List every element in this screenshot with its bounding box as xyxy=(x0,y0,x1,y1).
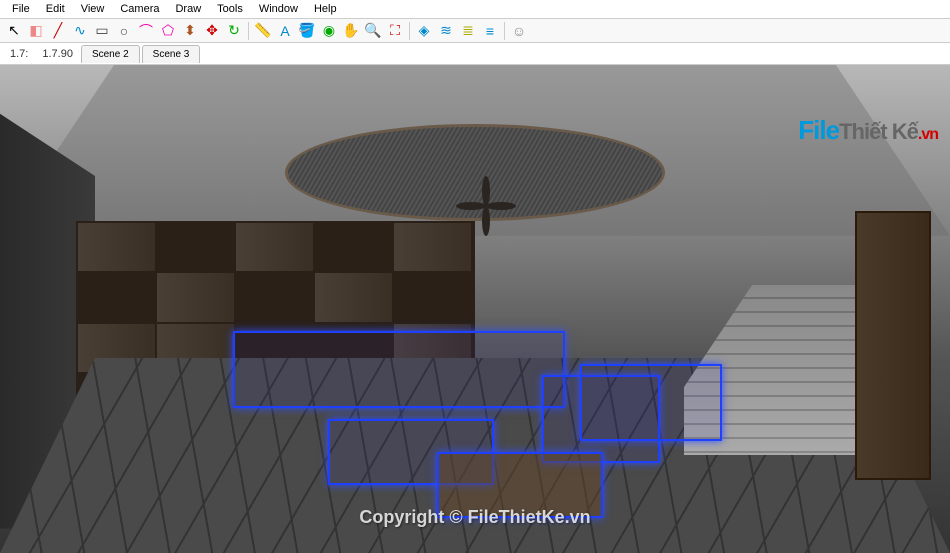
menu-file[interactable]: File xyxy=(4,1,38,17)
toolbar-separator xyxy=(248,22,249,40)
toolbar-separator xyxy=(504,22,505,40)
watermark-file-text: File xyxy=(798,115,839,146)
scene-label-value: 1.7.90 xyxy=(36,46,79,62)
zoomextents-tool[interactable]: ⛶ xyxy=(385,21,405,41)
toolbar: ↖◧╱∿▭○⌒⬠⬍✥↻ 📏A🪣◉✋🔍⛶ ◈≋≣≡ ☺ xyxy=(0,19,950,43)
menu-camera[interactable]: Camera xyxy=(112,1,167,17)
toolbar-separator xyxy=(409,22,410,40)
tape-tool[interactable]: 📏 xyxy=(253,21,273,41)
menu-window[interactable]: Window xyxy=(251,1,306,17)
text-tool[interactable]: A xyxy=(275,21,295,41)
rectangle-tool[interactable]: ▭ xyxy=(92,21,112,41)
circle-tool[interactable]: ○ xyxy=(114,21,134,41)
viewport-3d[interactable]: File Thiết Kế .vn Copyright © FileThietK… xyxy=(0,65,950,553)
selected-furniture-group xyxy=(209,309,684,529)
orbit-tool[interactable]: ◉ xyxy=(319,21,339,41)
profile-tool[interactable]: ☺ xyxy=(509,21,529,41)
pushpull-tool[interactable]: ⬍ xyxy=(180,21,200,41)
watermark-thietke-text: Thiết Kế xyxy=(839,119,918,145)
layers-tool[interactable]: ≋ xyxy=(436,21,456,41)
menu-draw[interactable]: Draw xyxy=(167,1,209,17)
watermark-copyright: Copyright © FileThietKe.vn xyxy=(359,507,590,528)
ceiling-fan xyxy=(456,187,516,217)
menu-tools[interactable]: Tools xyxy=(209,1,251,17)
scene-tab-3[interactable]: Scene 3 xyxy=(142,45,201,63)
iso-tool[interactable]: ◈ xyxy=(414,21,434,41)
selection-armchair-far xyxy=(580,364,723,441)
menu-edit[interactable]: Edit xyxy=(38,1,73,17)
watermark-logo: File Thiết Kế .vn xyxy=(798,115,938,146)
menu-help[interactable]: Help xyxy=(306,1,345,17)
rotate-tool[interactable]: ↻ xyxy=(224,21,244,41)
select-tool[interactable]: ↖ xyxy=(4,21,24,41)
outliner-tool[interactable]: ≣ xyxy=(458,21,478,41)
settings-tool[interactable]: ≡ xyxy=(480,21,500,41)
arc-tool[interactable]: ⌒ xyxy=(136,21,156,41)
eraser-tool[interactable]: ◧ xyxy=(26,21,46,41)
freehand-tool[interactable]: ∿ xyxy=(70,21,90,41)
watermark-vn-text: .vn xyxy=(918,126,938,144)
scene-tab-2[interactable]: Scene 2 xyxy=(81,45,140,63)
scene-bar: 1.7: 1.7.90 Scene 2 Scene 3 xyxy=(0,43,950,65)
polygon-tool[interactable]: ⬠ xyxy=(158,21,178,41)
line-tool[interactable]: ╱ xyxy=(48,21,68,41)
zoom-tool[interactable]: 🔍 xyxy=(363,21,383,41)
selection-sofa xyxy=(233,331,566,408)
menu-view[interactable]: View xyxy=(73,1,113,17)
door-right xyxy=(855,211,931,479)
pan-tool[interactable]: ✋ xyxy=(341,21,361,41)
paint-tool[interactable]: 🪣 xyxy=(297,21,317,41)
menubar: File Edit View Camera Draw Tools Window … xyxy=(0,0,950,19)
scene-label-prefix: 1.7: xyxy=(4,46,34,62)
move-tool[interactable]: ✥ xyxy=(202,21,222,41)
